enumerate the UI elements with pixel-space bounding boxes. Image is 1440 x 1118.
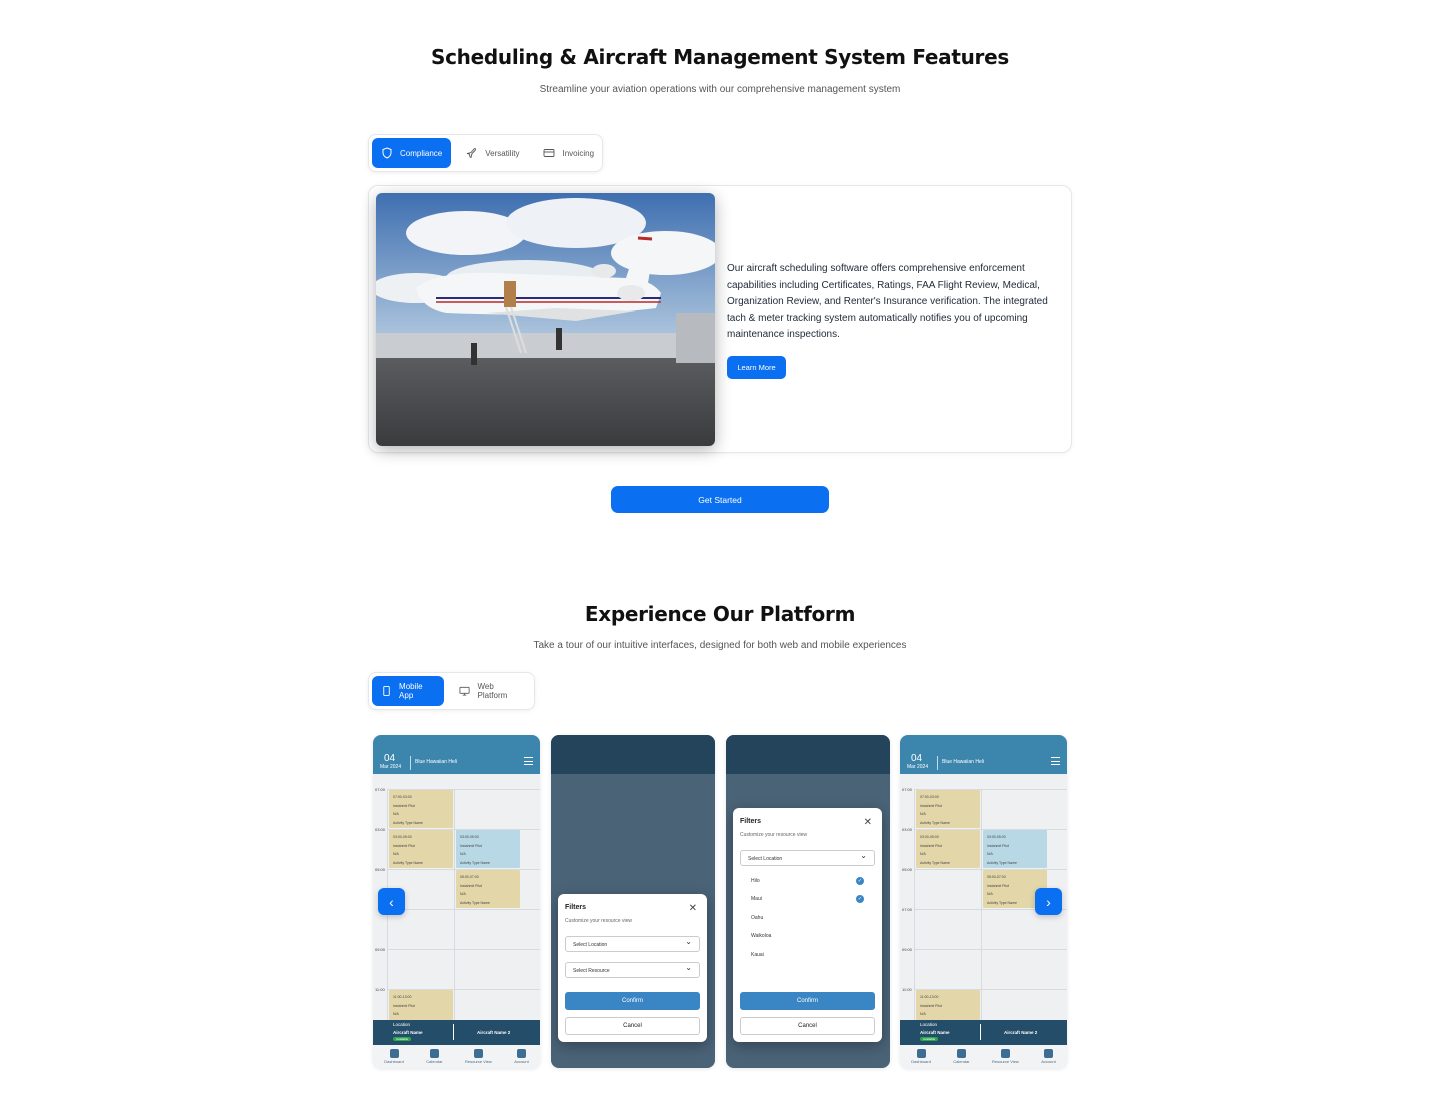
menu-icon: [524, 757, 533, 765]
tab-mobile-app[interactable]: Mobile App: [372, 676, 445, 706]
tab-invoicing[interactable]: Invoicing: [534, 138, 603, 168]
get-started-button[interactable]: Get Started: [611, 486, 829, 513]
account-icon: [517, 1049, 526, 1058]
event-card: 07:00-03:00 Instahmit Pilot N/A Activity Ty…: [916, 790, 980, 828]
event-card: 11:00-13:00 Instahmit Pilot N/A: [916, 990, 980, 1020]
filters-subtitle: Customize your resource view: [565, 918, 632, 924]
tab-compliance-label: Compliance: [400, 148, 443, 158]
resource-view-icon: [473, 1049, 483, 1058]
phone-month: Mar 2024: [907, 764, 929, 770]
feature-description: Our aircraft scheduling software offers …: [727, 263, 1048, 341]
event-card: 03:00-05:00 Instahmit Pilot N/A Activity Ty…: [456, 830, 520, 868]
features-subtitle: Streamline your aviation operations with…: [539, 84, 901, 95]
credit-card-icon: [544, 149, 555, 157]
cancel-button[interactable]: Cancel: [740, 1017, 875, 1035]
cancel-button[interactable]: Cancel: [565, 1017, 700, 1035]
time-label: 07:00: [902, 787, 913, 792]
platform-subtitle: Take a tour of our intuitive interfaces,…: [533, 640, 907, 651]
close-icon[interactable]: ✕: [864, 817, 872, 828]
dashboard-icon: [916, 1049, 926, 1058]
tab-versatility-label: Versatility: [485, 148, 520, 158]
location-option[interactable]: Oahu: [751, 915, 763, 921]
time-label: 11:00: [375, 987, 385, 992]
time-label: 05:00: [375, 867, 386, 872]
smartphone-icon: [383, 685, 390, 697]
time-label: 09:00: [902, 947, 913, 952]
event-card: 05:00-07:00 Instahmit Pilot N/A Activity Ty…: [456, 870, 520, 908]
phone-bottom-nav: Dashboard Calendar Resource View Account: [900, 1045, 1067, 1068]
filters-subtitle: Customize your resource view: [740, 832, 807, 838]
close-icon[interactable]: ✕: [689, 903, 697, 914]
dashboard-icon: [389, 1049, 399, 1058]
phone-month: Mar 2024: [380, 764, 402, 770]
carousel-prev-button[interactable]: ‹: [378, 888, 405, 915]
menu-icon: [1051, 757, 1060, 765]
location-option[interactable]: Waikoloa: [751, 933, 771, 939]
learn-more-button[interactable]: Learn More: [727, 356, 786, 379]
phone-resource: Blue Hawaiian Heli: [415, 759, 457, 765]
tab-web-platform[interactable]: Web Platform: [450, 676, 531, 706]
time-label: 07:00: [902, 907, 913, 912]
check-icon: ✓: [856, 877, 864, 885]
time-label: 03:00: [902, 827, 913, 832]
tab-mobile-app-label: Mobile App: [399, 682, 423, 700]
platform-title: Experience Our Platform: [584, 602, 856, 626]
check-icon: ✓: [856, 895, 864, 903]
confirm-button[interactable]: Confirm: [740, 992, 875, 1010]
filters-modal: Filters Customize your resource view ✕ S…: [733, 808, 882, 1042]
location-option[interactable]: Hilo: [751, 878, 760, 884]
chevron-left-icon: ‹: [389, 893, 394, 910]
time-label: 05:00: [902, 867, 913, 872]
feature-tabs: Compliance Versatility Invoicing: [368, 134, 603, 172]
time-label: 03:00: [375, 827, 386, 832]
location-option[interactable]: Maui: [751, 896, 762, 902]
event-card: 11:00-13:00 Instahmit Pilot N/A: [389, 990, 453, 1020]
phone-day: 04: [911, 753, 923, 764]
event-card: 03:00-05:00 Instahmit Pilot N/A Activity Ty…: [389, 830, 453, 868]
select-location-dropdown[interactable]: Select Location: [565, 936, 700, 952]
monitor-icon: [459, 686, 470, 696]
shield-icon: [382, 147, 392, 159]
account-icon: [1044, 1049, 1053, 1058]
phone-screenshot-location-list: Filters Customize your resource view ✕ S…: [726, 735, 890, 1068]
feature-card: Our aircraft scheduling software offers …: [368, 185, 1072, 453]
aircraft-photo: [376, 193, 715, 446]
event-card: 03:00-05:00 Instahmit Pilot N/A Activity Ty…: [983, 830, 1047, 868]
calendar-icon: [956, 1049, 966, 1058]
select-resource-dropdown[interactable]: Select Resource: [565, 962, 700, 978]
phone-header: 04 Mar 2024 Blue Hawaiian Heli: [373, 735, 540, 774]
carousel-next-button[interactable]: ›: [1035, 888, 1062, 915]
filters-title: Filters: [740, 818, 762, 825]
tab-web-platform-label: Web Platform: [477, 682, 508, 700]
phone-bottom-nav: Dashboard Calendar Resource View Account: [373, 1045, 540, 1068]
platform-tabs: Mobile App Web Platform: [368, 672, 535, 710]
phone-footer: Location Aircraft Name Aircraft Name 2 A…: [900, 1020, 1067, 1045]
resource-view-icon: [1000, 1049, 1010, 1058]
time-label: 07:00: [375, 787, 386, 792]
calendar-icon: [429, 1049, 439, 1058]
location-option[interactable]: Kauai: [751, 952, 764, 958]
filters-modal: Filters Customize your resource view ✕ S…: [558, 894, 707, 1042]
select-location-dropdown[interactable]: Select Location: [740, 850, 875, 866]
chevron-right-icon: ›: [1046, 893, 1051, 910]
phone-resource: Blue Hawaiian Heli: [942, 759, 984, 765]
tab-invoicing-label: Invoicing: [562, 148, 595, 158]
time-label: 09:00: [375, 947, 386, 952]
event-card: 07:00-03:00 Instahmit Pilot N/A Activity Ty…: [389, 790, 453, 828]
tab-compliance[interactable]: Compliance: [372, 138, 452, 168]
plane-icon: [467, 148, 477, 159]
phone-day: 04: [384, 753, 396, 764]
features-title: Scheduling & Aircraft Management System …: [431, 45, 1009, 69]
event-card: 03:00-05:00 Instahmit Pilot N/A Activity Ty…: [916, 830, 980, 868]
phone-header: 04 Mar 2024 Blue Hawaiian Heli: [900, 735, 1067, 774]
tab-versatility[interactable]: Versatility: [457, 138, 528, 168]
time-label: 11:00: [902, 987, 912, 992]
filters-title: Filters: [565, 904, 587, 911]
phone-screenshot-filters: Filters Customize your resource view ✕ S…: [551, 735, 715, 1068]
phone-footer: Location Aircraft Name Aircraft Name 2 A…: [373, 1020, 540, 1045]
confirm-button[interactable]: Confirm: [565, 992, 700, 1010]
